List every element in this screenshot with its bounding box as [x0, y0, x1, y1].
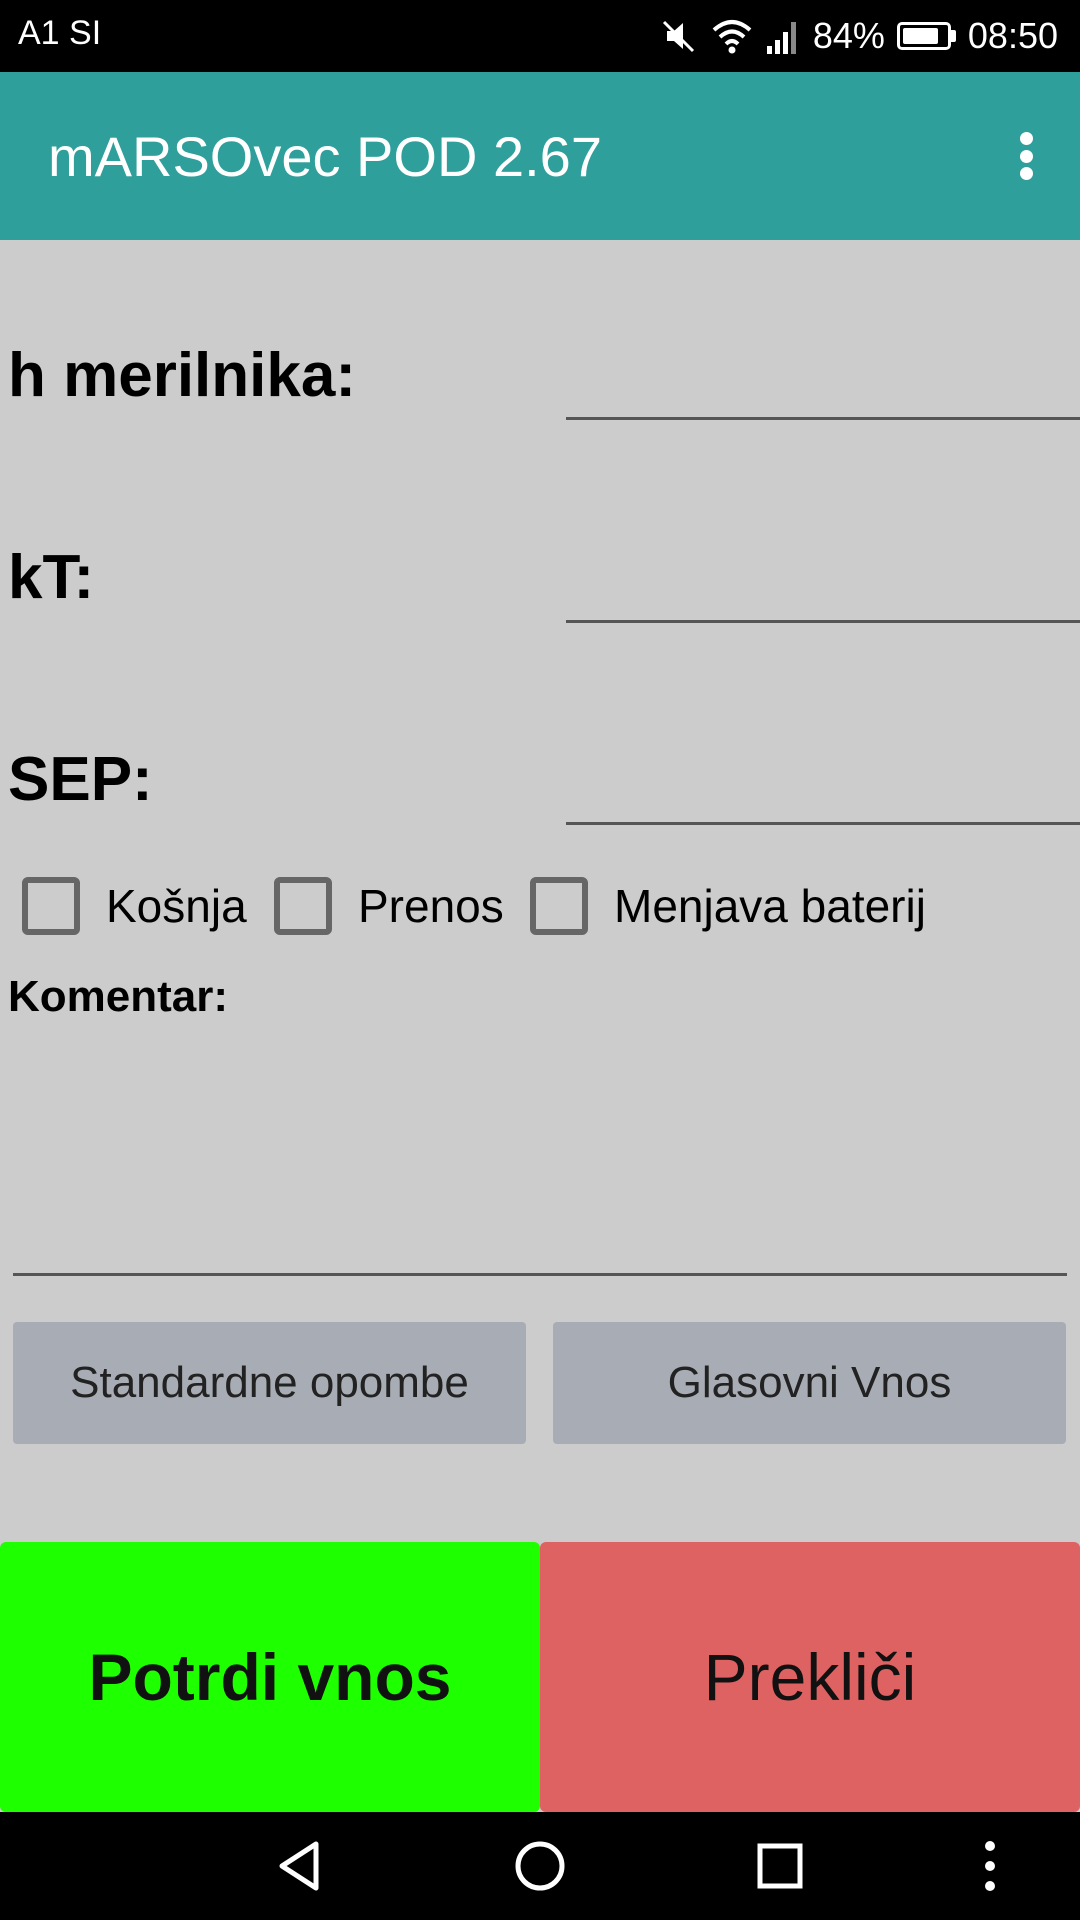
app-bar: mARSOvec POD 2.67	[0, 72, 1080, 240]
overflow-menu-icon[interactable]	[998, 128, 1054, 184]
checkbox-icon[interactable]	[22, 877, 80, 935]
checkbox-label: Prenos	[358, 880, 504, 932]
clock: 08:50	[967, 15, 1058, 56]
mute-icon	[662, 20, 694, 53]
checkbox-menjava-baterij[interactable]: Menjava baterij	[530, 868, 926, 944]
status-bar: A1 SI 84% 08:50	[0, 0, 1080, 72]
gauge-height-input[interactable]	[566, 364, 1080, 420]
sep-input[interactable]	[566, 769, 1080, 825]
app-screen: A1 SI 84% 08:50 mARSOvec POD 2.67 h meri…	[0, 0, 1080, 1920]
checkbox-label: Menjava baterij	[614, 880, 926, 932]
confirm-button[interactable]: Potrdi vnos	[0, 1542, 540, 1812]
kt-label: kT:	[8, 543, 95, 612]
checkbox-row: Košnja Prenos Menjava baterij	[0, 868, 1080, 944]
standard-notes-button[interactable]: Standardne opombe	[13, 1322, 526, 1444]
back-icon[interactable]	[240, 1812, 360, 1920]
battery-percent: 84%	[812, 15, 885, 56]
kt-input[interactable]	[566, 567, 1080, 623]
voice-input-button[interactable]: Glasovni Vnos	[553, 1322, 1066, 1444]
checkbox-prenos[interactable]: Prenos	[274, 868, 504, 944]
checkbox-label: Košnja	[106, 880, 247, 932]
comment-label: Komentar:	[8, 972, 229, 1021]
comment-input[interactable]	[13, 1040, 1067, 1276]
sep-label: SEP:	[8, 745, 153, 814]
navigation-bar	[0, 1812, 1080, 1920]
carrier-name: A1 SI	[18, 14, 102, 52]
battery-icon	[896, 22, 956, 50]
status-icons: 84% 08:50	[659, 10, 1058, 62]
signal-icon	[766, 22, 796, 54]
checkbox-icon[interactable]	[274, 877, 332, 935]
more-icon[interactable]	[930, 1812, 1050, 1920]
home-icon[interactable]	[480, 1812, 600, 1920]
cancel-button[interactable]: Prekliči	[540, 1542, 1080, 1812]
checkbox-icon[interactable]	[530, 877, 588, 935]
wifi-icon	[712, 20, 752, 54]
recents-icon[interactable]	[720, 1812, 840, 1920]
app-title: mARSOvec POD 2.67	[48, 125, 602, 188]
checkbox-kosnja[interactable]: Košnja	[22, 868, 247, 944]
gauge-height-label: h merilnika:	[8, 341, 356, 410]
